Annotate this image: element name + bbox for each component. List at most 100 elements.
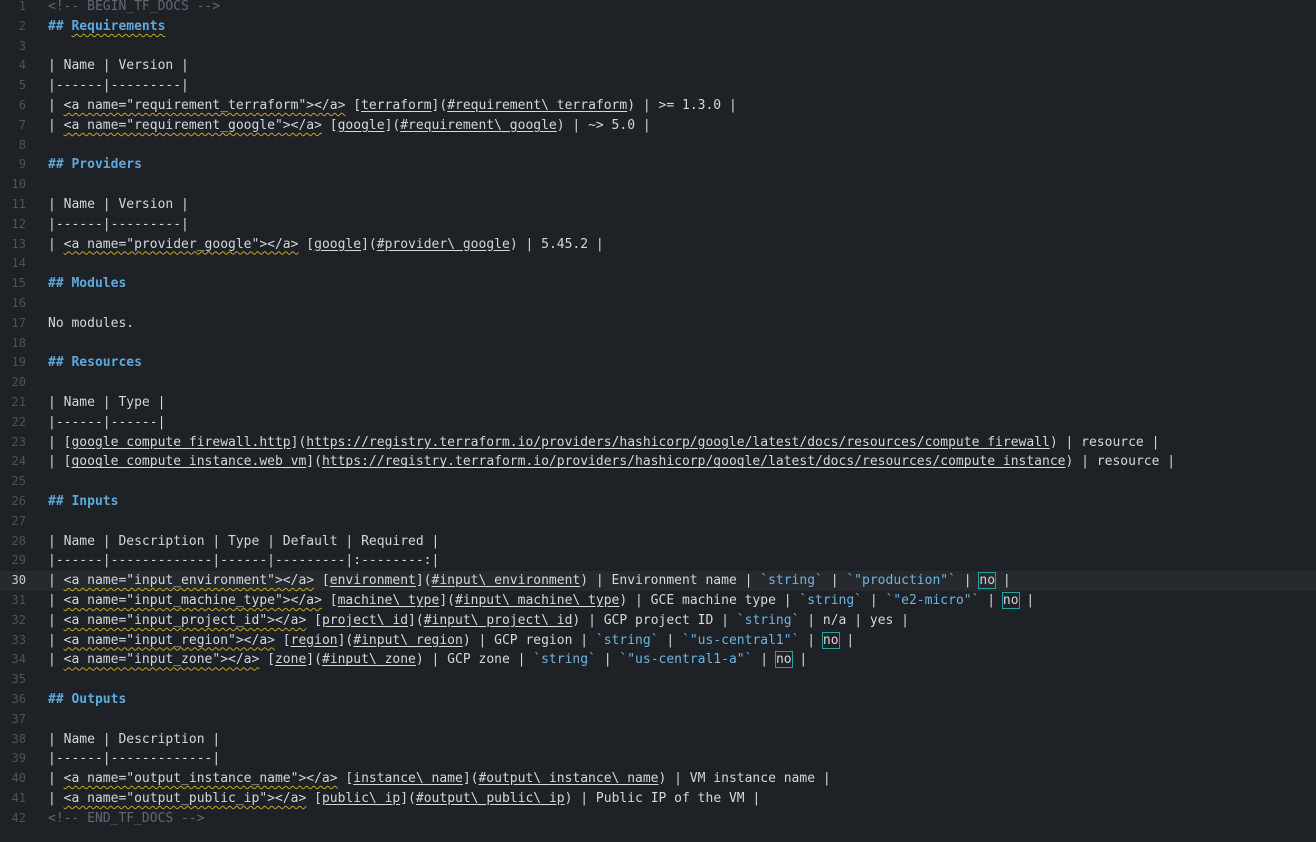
link-token: #input\_machine\_type bbox=[455, 593, 620, 608]
editor-line[interactable]: 42 <!-- END_TF_DOCS --> bbox=[0, 809, 1316, 829]
editor-line[interactable]: 24 | [google_compute_instance.web_vm](htt… bbox=[0, 452, 1316, 472]
line-text[interactable]: | <a name="provider_google"></a> [google… bbox=[48, 235, 604, 255]
editor-line[interactable]: 20 bbox=[0, 373, 1316, 393]
line-text[interactable]: ## Outputs bbox=[48, 690, 126, 710]
editor-line[interactable]: 7 | <a name="requirement_google"></a> [go… bbox=[0, 116, 1316, 136]
line-text[interactable]: ## Modules bbox=[48, 274, 126, 294]
text-token: | bbox=[658, 632, 683, 648]
text-token: |------|------| bbox=[48, 414, 166, 430]
text-token: No modules. bbox=[48, 315, 135, 331]
line-text[interactable]: | <a name="input_zone"></a> [zone](#inpu… bbox=[48, 650, 807, 670]
line-number: 33 bbox=[11, 632, 26, 647]
inline-code-token: `string` bbox=[799, 593, 863, 608]
editor-line[interactable]: 26 ## Inputs bbox=[0, 492, 1316, 512]
line-text[interactable]: |------|-------------| bbox=[48, 749, 220, 769]
link-token: #input\_environment bbox=[431, 573, 581, 589]
editor-line[interactable]: 40 | <a name="output_instance_name"></a> … bbox=[0, 769, 1316, 789]
text-token: | bbox=[955, 573, 980, 589]
line-text[interactable]: | <a name="input_environment"></a> [envi… bbox=[48, 571, 1011, 591]
line-text[interactable]: | Name | Description | bbox=[48, 730, 220, 750]
editor-line[interactable]: 12 |------|---------| bbox=[0, 215, 1316, 235]
line-text[interactable]: | Name | Version | bbox=[48, 195, 189, 215]
line-text[interactable]: | <a name="output_public_ip"></a> [publi… bbox=[48, 789, 760, 809]
editor-line[interactable]: 10 bbox=[0, 175, 1316, 195]
editor-line[interactable]: 8 bbox=[0, 136, 1316, 156]
editor-line[interactable]: 29 |------|-------------|------|---------… bbox=[0, 551, 1316, 571]
line-text[interactable]: | <a name="requirement_terraform"></a> [… bbox=[48, 96, 737, 116]
line-number: 31 bbox=[11, 593, 26, 607]
line-number: 3 bbox=[18, 38, 26, 53]
editor-line[interactable]: 4 | Name | Version | bbox=[0, 56, 1316, 76]
highlighted-token: no bbox=[978, 572, 997, 590]
text-token: ) | GCP region | bbox=[462, 632, 596, 648]
editor-line[interactable]: 13 | <a name="provider_google"></a> [goog… bbox=[0, 235, 1316, 255]
line-text[interactable]: |------|-------------|------|---------|:… bbox=[48, 551, 439, 571]
editor-line[interactable]: 27 bbox=[0, 512, 1316, 532]
line-text[interactable]: ## Providers bbox=[48, 155, 142, 175]
line-text[interactable]: |------|---------| bbox=[48, 215, 189, 235]
editor-line[interactable]: 6 | <a name="requirement_terraform"></a> … bbox=[0, 96, 1316, 116]
editor-line[interactable]: 14 bbox=[0, 254, 1316, 274]
line-text[interactable]: ## Inputs bbox=[48, 492, 118, 512]
line-text[interactable]: | [google_compute_firewall.http](https:/… bbox=[48, 433, 1159, 453]
line-text[interactable]: | Name | Description | Type | Default | … bbox=[48, 532, 439, 552]
line-number: 14 bbox=[11, 256, 26, 271]
inline-code-token: `"us-central1-a"` bbox=[619, 652, 753, 668]
editor-line[interactable]: 31 | <a name="input_machine_type"></a> [m… bbox=[0, 591, 1316, 611]
editor-line[interactable]: 21 | Name | Type | bbox=[0, 393, 1316, 413]
editor-line[interactable]: 19 ## Resources bbox=[0, 353, 1316, 373]
line-text[interactable]: |------|------| bbox=[48, 413, 165, 433]
line-text[interactable]: <!-- END_TF_DOCS --> bbox=[48, 809, 205, 829]
editor-line[interactable]: 35 bbox=[0, 670, 1316, 690]
line-text[interactable]: | <a name="input_region"></a> [region](#… bbox=[48, 631, 854, 651]
text-token: | bbox=[1018, 593, 1035, 608]
line-text[interactable]: | <a name="output_instance_name"></a> [i… bbox=[48, 769, 831, 789]
editor-line[interactable]: 17 No modules. bbox=[0, 314, 1316, 334]
editor-line[interactable]: 22 |------|------| bbox=[0, 413, 1316, 433]
line-text[interactable]: ## Requirements bbox=[48, 17, 165, 37]
inline-code-token: `string` bbox=[533, 652, 596, 668]
editor-line[interactable]: 3 bbox=[0, 37, 1316, 57]
editor-line[interactable]: 37 bbox=[0, 710, 1316, 730]
text-token: |------|---------| bbox=[48, 216, 189, 232]
line-number: 12 bbox=[11, 216, 26, 231]
editor-line[interactable]: 1 <!-- BEGIN_TF_DOCS --> bbox=[0, 0, 1316, 17]
editor-line[interactable]: 39 |------|-------------| bbox=[0, 749, 1316, 769]
editor-line[interactable]: 25 bbox=[0, 472, 1316, 492]
line-text[interactable]: | <a name="input_project_id"></a> [proje… bbox=[48, 611, 909, 631]
code-editor[interactable]: 1 <!-- BEGIN_TF_DOCS --> 2 ## Requirements 3… bbox=[0, 0, 1316, 842]
editor-line[interactable]: 5 |------|---------| bbox=[0, 76, 1316, 96]
editor-line[interactable]: 36 ## Outputs bbox=[0, 690, 1316, 710]
editor-line[interactable]: 2 ## Requirements bbox=[0, 17, 1316, 37]
editor-line[interactable]: 18 bbox=[0, 334, 1316, 354]
line-text[interactable]: | <a name="input_machine_type"></a> [mac… bbox=[48, 591, 1034, 611]
text-token: | [ bbox=[48, 454, 72, 470]
line-text[interactable]: | [google_compute_instance.web_vm](https… bbox=[48, 452, 1175, 472]
line-number: 20 bbox=[11, 375, 26, 390]
line-text[interactable]: ## Resources bbox=[48, 353, 142, 373]
editor-line[interactable]: 41 | <a name="output_public_ip"></a> [pub… bbox=[0, 789, 1316, 809]
line-text[interactable]: No modules. bbox=[48, 314, 134, 334]
line-text[interactable]: |------|---------| bbox=[48, 76, 189, 96]
text-token: <!-- BEGIN_TF_DOCS --> bbox=[48, 0, 221, 14]
text-token: ]( bbox=[431, 98, 448, 113]
text-token: | Name | Version | bbox=[48, 58, 189, 74]
editor-line[interactable]: 30 | <a name="input_environment"></a> [en… bbox=[0, 571, 1316, 591]
line-number: 32 bbox=[11, 612, 26, 627]
editor-line[interactable]: 15 ## Modules bbox=[0, 274, 1316, 294]
editor-line[interactable]: 28 | Name | Description | Type | Default … bbox=[0, 532, 1316, 552]
editor-line[interactable]: 38 | Name | Description | bbox=[0, 730, 1316, 750]
line-text[interactable]: | Name | Version | bbox=[48, 56, 189, 76]
text-token: [ bbox=[321, 117, 338, 133]
line-text[interactable]: <!-- BEGIN_TF_DOCS --> bbox=[48, 0, 220, 17]
line-number: 17 bbox=[11, 315, 26, 330]
line-text[interactable]: | <a name="requirement_google"></a> [goo… bbox=[48, 116, 651, 136]
editor-line[interactable]: 32 | <a name="input_project_id"></a> [pro… bbox=[0, 611, 1316, 631]
line-text[interactable]: | Name | Type | bbox=[48, 393, 165, 413]
editor-line[interactable]: 23 | [google_compute_firewall.http](https… bbox=[0, 433, 1316, 453]
editor-line[interactable]: 33 | <a name="input_region"></a> [region]… bbox=[0, 631, 1316, 651]
editor-line[interactable]: 16 bbox=[0, 294, 1316, 314]
editor-line[interactable]: 9 ## Providers bbox=[0, 155, 1316, 175]
editor-line[interactable]: 11 | Name | Version | bbox=[0, 195, 1316, 215]
editor-line[interactable]: 34 | <a name="input_zone"></a> [zone](#in… bbox=[0, 650, 1316, 670]
